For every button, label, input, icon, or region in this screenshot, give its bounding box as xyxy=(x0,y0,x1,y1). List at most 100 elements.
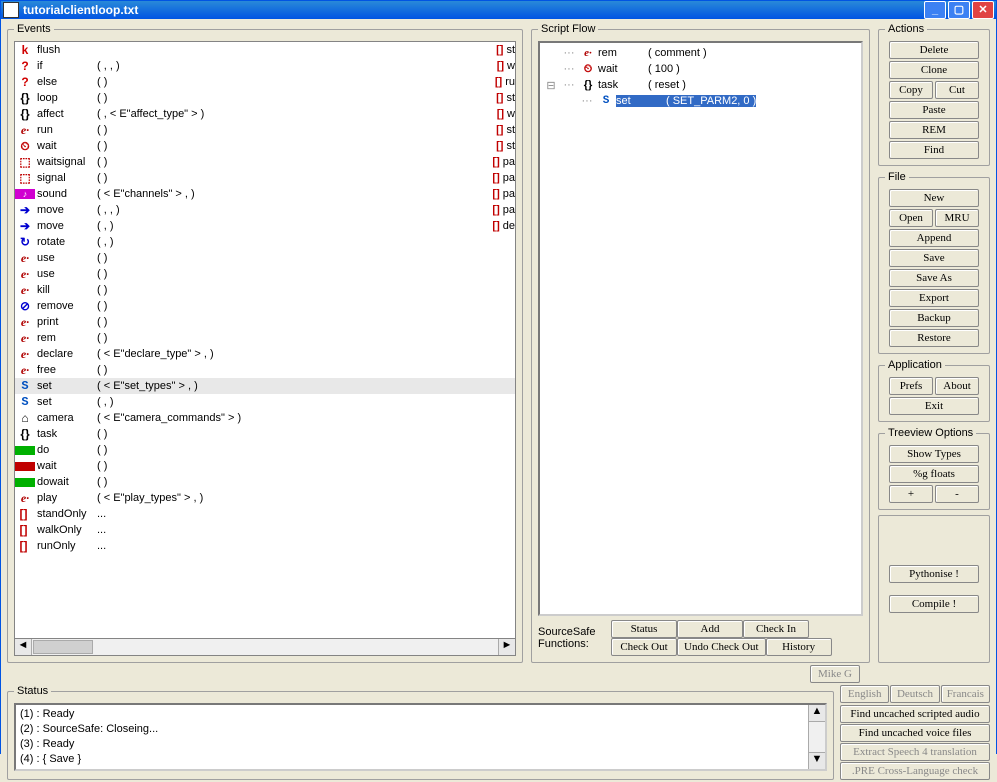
event-item[interactable]: ■dowait( ) xyxy=(15,474,515,490)
event-item[interactable]: ?else( )[]ru xyxy=(15,74,515,90)
saveas-button[interactable]: Save As xyxy=(889,269,979,287)
export-button[interactable]: Export xyxy=(889,289,979,307)
scroll-down-icon[interactable]: ▼ xyxy=(809,752,825,769)
event-item[interactable]: {}loop( )[]st xyxy=(15,90,515,106)
restore-button[interactable]: Restore xyxy=(889,329,979,347)
event-item[interactable]: ?if( , , )[]w xyxy=(15,58,515,74)
expand-button[interactable]: + xyxy=(889,485,933,503)
tree-row[interactable]: ···Sset( SET_PARM2, 0 ) xyxy=(542,93,859,109)
save-button[interactable]: Save xyxy=(889,249,979,267)
event-icon: ⬚ xyxy=(15,155,35,169)
event-icon: e· xyxy=(15,363,35,378)
brackets-icon: [] xyxy=(497,60,507,72)
minimize-button[interactable]: _ xyxy=(924,1,946,19)
exit-button[interactable]: Exit xyxy=(889,397,979,415)
event-item[interactable]: Sset( , ) xyxy=(15,394,515,410)
event-item[interactable]: ➔move( , )[]de xyxy=(15,218,515,234)
new-button[interactable]: New xyxy=(889,189,979,207)
tree-expander[interactable]: ⊟ xyxy=(542,79,560,92)
showtypes-button[interactable]: Show Types xyxy=(889,445,979,463)
lang-francais-button[interactable]: Francais xyxy=(941,685,990,703)
open-button[interactable]: Open xyxy=(889,209,933,227)
event-item[interactable]: e·free( ) xyxy=(15,362,515,378)
event-item[interactable]: ⌂camera( < E"camera_commands" > ) xyxy=(15,410,515,426)
paste-button[interactable]: Paste xyxy=(889,101,979,119)
event-item[interactable]: Sset( < E"set_types" > , ) xyxy=(15,378,515,394)
event-icon: S xyxy=(15,395,35,409)
event-item[interactable]: ➔move( , , )[]pa xyxy=(15,202,515,218)
scroll-thumb[interactable] xyxy=(33,640,93,654)
event-item[interactable]: e·declare( < E"declare_type" > , ) xyxy=(15,346,515,362)
event-item[interactable]: ■wait( ) xyxy=(15,458,515,474)
event-item[interactable]: e·rem( ) xyxy=(15,330,515,346)
event-item[interactable]: ■do( ) xyxy=(15,442,515,458)
event-item[interactable]: {}affect( , < E"affect_type" > )[]w xyxy=(15,106,515,122)
pythonise-button[interactable]: Pythonise ! xyxy=(889,565,979,583)
find-uncached-scripted-audio-button[interactable]: Find uncached scripted audio xyxy=(840,705,990,723)
find-button[interactable]: Find xyxy=(889,141,979,159)
floats-button[interactable]: %g floats xyxy=(889,465,979,483)
events-list[interactable]: kflush[]st?if( , , )[]w?else( )[]ru{}loo… xyxy=(14,41,516,639)
event-item[interactable]: ♪sound( < E"channels" > , )[]pa xyxy=(15,186,515,202)
delete-button[interactable]: Delete xyxy=(889,41,979,59)
event-item[interactable]: ⬚signal( )[]pa xyxy=(15,170,515,186)
ss-check-in-button[interactable]: Check In xyxy=(743,620,809,638)
scriptflow-tree[interactable]: ···e·rem( comment )···⏲wait( 100 )⊟···{}… xyxy=(538,41,863,616)
mike-button[interactable]: Mike G xyxy=(810,665,860,683)
scroll-up-icon[interactable]: ▲ xyxy=(809,705,825,722)
mru-button[interactable]: MRU xyxy=(935,209,979,227)
event-args: ( ) xyxy=(97,428,107,440)
tree-args: ( SET_PARM2, 0 ) xyxy=(666,95,756,107)
event-item[interactable]: []standOnly... xyxy=(15,506,515,522)
event-item[interactable]: e·use( ) xyxy=(15,250,515,266)
event-args: ( < E"play_types" > , ) xyxy=(97,492,203,504)
rem-button[interactable]: REM xyxy=(889,121,979,139)
copy-button[interactable]: Copy xyxy=(889,81,933,99)
event-name: set xyxy=(35,396,97,408)
scroll-right-icon[interactable]: ► xyxy=(498,639,515,655)
event-item[interactable]: {}task( ) xyxy=(15,426,515,442)
clone-button[interactable]: Clone xyxy=(889,61,979,79)
compile-button[interactable]: Compile ! xyxy=(889,595,979,613)
append-button[interactable]: Append xyxy=(889,229,979,247)
event-item[interactable]: e·kill( ) xyxy=(15,282,515,298)
ss-check-out-button[interactable]: Check Out xyxy=(611,638,677,656)
extract-speech-4-translation-button[interactable]: Extract Speech 4 translation xyxy=(840,743,990,761)
ss-undo-check-out-button[interactable]: Undo Check Out xyxy=(677,638,766,656)
close-button[interactable]: ✕ xyxy=(972,1,994,19)
tree-row[interactable]: ···e·rem( comment ) xyxy=(542,45,859,61)
collapse-button[interactable]: - xyxy=(935,485,979,503)
event-item[interactable]: e·run( )[]st xyxy=(15,122,515,138)
events-hscrollbar[interactable]: ◄ ► xyxy=(14,639,516,656)
event-item[interactable]: ↻rotate( , ) xyxy=(15,234,515,250)
about-button[interactable]: About xyxy=(935,377,979,395)
status-vscrollbar[interactable]: ▲ ▼ xyxy=(808,705,825,769)
scroll-left-icon[interactable]: ◄ xyxy=(15,639,32,655)
lang-deutsch-button[interactable]: Deutsch xyxy=(890,685,939,703)
maximize-button[interactable]: ▢ xyxy=(948,1,970,19)
find-uncached-voice-files-button[interactable]: Find uncached voice files xyxy=(840,724,990,742)
event-item[interactable]: ⊘remove( ) xyxy=(15,298,515,314)
event-item[interactable]: kflush[]st xyxy=(15,42,515,58)
prefs-button[interactable]: Prefs xyxy=(889,377,933,395)
event-args: ( < E"channels" > , ) xyxy=(97,188,195,200)
event-name: sound xyxy=(35,188,97,200)
tree-row[interactable]: ···⏲wait( 100 ) xyxy=(542,61,859,77)
event-name: task xyxy=(35,428,97,440)
backup-button[interactable]: Backup xyxy=(889,309,979,327)
event-item[interactable]: []runOnly... xyxy=(15,538,515,554)
event-item[interactable]: e·use( ) xyxy=(15,266,515,282)
event-item[interactable]: ⏲wait( )[]st xyxy=(15,138,515,154)
ss-add-button[interactable]: Add xyxy=(677,620,743,638)
ss-status-button[interactable]: Status xyxy=(611,620,677,638)
lang-english-button[interactable]: English xyxy=(840,685,889,703)
event-item[interactable]: []walkOnly... xyxy=(15,522,515,538)
status-log[interactable]: (1) : Ready (2) : SourceSafe: Closeing..… xyxy=(14,703,827,771)
event-item[interactable]: ⬚waitsignal( )[]pa xyxy=(15,154,515,170)
tree-row[interactable]: ⊟···{}task( reset ) xyxy=(542,77,859,93)
event-item[interactable]: e·print( ) xyxy=(15,314,515,330)
cut-button[interactable]: Cut xyxy=(935,81,979,99)
ss-history-button[interactable]: History xyxy=(766,638,832,656)
-pre-cross-language-check-button[interactable]: .PRE Cross-Language check xyxy=(840,762,990,780)
event-item[interactable]: e·play( < E"play_types" > , ) xyxy=(15,490,515,506)
